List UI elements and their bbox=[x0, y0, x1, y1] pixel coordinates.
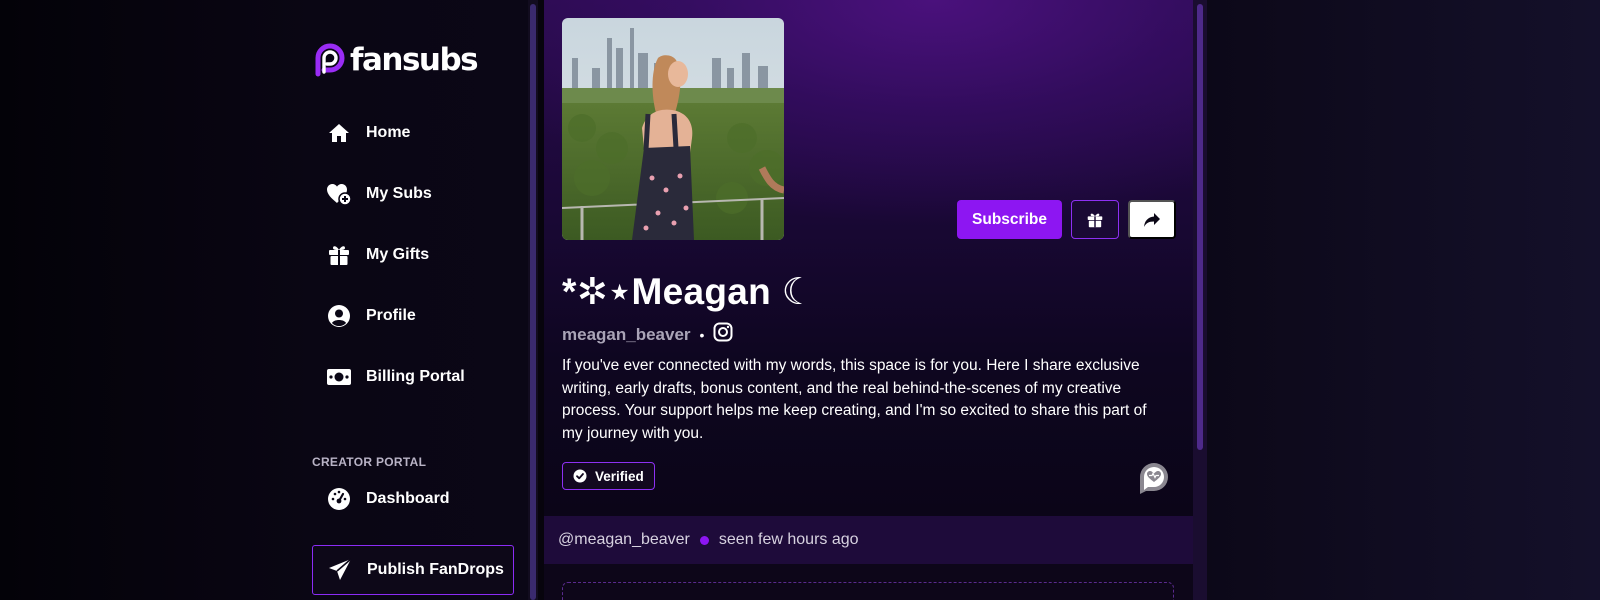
sidebar-item-my-gifts[interactable]: My Gifts bbox=[326, 240, 429, 270]
profile-main: Subscribe *✲⋆Meagan ☾ meagan_beaver • If… bbox=[544, 0, 1193, 600]
sidebar: fansubs Home My Subs My Gifts Profile Bi… bbox=[312, 0, 522, 600]
gift-icon bbox=[326, 242, 352, 268]
presence-handle: @meagan_beaver bbox=[558, 531, 690, 548]
sidebar-item-billing-portal[interactable]: Billing Portal bbox=[326, 362, 465, 392]
fansubs-logo-icon bbox=[315, 43, 345, 77]
creator-portal-heading: CREATOR PORTAL bbox=[312, 455, 427, 469]
sidebar-item-label: Billing Portal bbox=[366, 368, 465, 385]
subscribe-button[interactable]: Subscribe bbox=[957, 200, 1062, 239]
sidebar-item-my-subs[interactable]: My Subs bbox=[326, 179, 432, 209]
profile-header: Subscribe *✲⋆Meagan ☾ meagan_beaver • If… bbox=[544, 0, 1193, 516]
sidebar-item-label: Publish FanDrops bbox=[367, 561, 504, 578]
display-name: *✲⋆Meagan ☾ bbox=[562, 271, 816, 312]
user-circle-icon bbox=[326, 303, 352, 329]
status-dot bbox=[699, 535, 709, 545]
sidebar-item-label: My Subs bbox=[366, 185, 432, 202]
gauge-icon bbox=[326, 486, 352, 512]
brand-name: fansubs bbox=[350, 42, 479, 78]
presence-bar: @meagan_beaver seen few hours ago bbox=[544, 516, 1193, 564]
scrollbar-thumb[interactable] bbox=[1197, 4, 1203, 450]
sidebar-item-dashboard[interactable]: Dashboard bbox=[326, 484, 450, 514]
badge-label: Verified bbox=[595, 468, 644, 484]
verified-badge: Verified bbox=[562, 462, 655, 490]
sidebar-item-label: Home bbox=[366, 124, 411, 141]
share-icon bbox=[1144, 212, 1160, 227]
paper-plane-icon bbox=[327, 557, 353, 583]
heart-plus-icon bbox=[326, 181, 352, 207]
share-button[interactable] bbox=[1128, 200, 1176, 239]
bio-text: If you've ever connected with my words, … bbox=[562, 357, 1147, 442]
check-badge-icon bbox=[573, 469, 587, 483]
money-icon bbox=[326, 364, 352, 390]
scrollbar-thumb[interactable] bbox=[530, 4, 536, 600]
gift-icon bbox=[1087, 213, 1103, 227]
home-icon bbox=[326, 120, 352, 146]
sidebar-item-label: My Gifts bbox=[366, 246, 430, 263]
sidebar-item-label: Dashboard bbox=[366, 490, 450, 507]
instagram-icon[interactable] bbox=[713, 322, 733, 347]
profile-photo[interactable] bbox=[562, 18, 784, 240]
sidebar-scrollbar[interactable] bbox=[528, 0, 538, 600]
logo[interactable]: fansubs bbox=[312, 42, 479, 78]
main-scrollbar[interactable] bbox=[1193, 0, 1207, 600]
content-placeholder bbox=[562, 582, 1174, 600]
gift-button[interactable] bbox=[1071, 200, 1119, 239]
separator-dot: • bbox=[699, 326, 705, 343]
right-background bbox=[1200, 0, 1600, 600]
sidebar-item-publish-fandrops[interactable]: Publish FanDrops bbox=[312, 545, 514, 595]
sidebar-item-label: Profile bbox=[366, 307, 416, 324]
handle-row: meagan_beaver • bbox=[562, 322, 733, 347]
fansubs-heart-fab-icon[interactable] bbox=[1134, 458, 1174, 498]
last-seen-text: seen few hours ago bbox=[718, 531, 859, 548]
username: meagan_beaver bbox=[562, 324, 691, 344]
sidebar-item-profile[interactable]: Profile bbox=[326, 301, 416, 331]
sidebar-item-home[interactable]: Home bbox=[326, 118, 410, 148]
